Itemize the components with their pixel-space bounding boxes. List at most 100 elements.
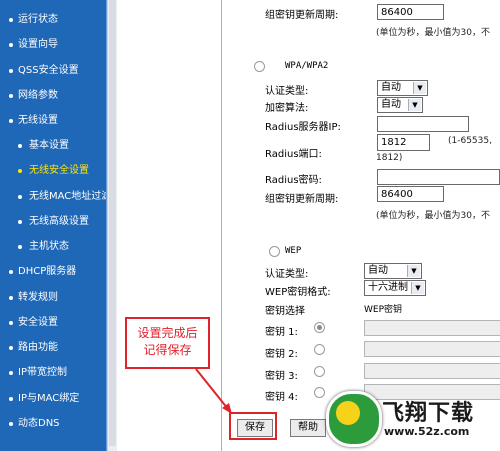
chevron-down-icon: ▼ <box>411 282 424 294</box>
wep-key-label: WEP密钥 <box>364 305 403 315</box>
bullet-icon <box>18 144 22 148</box>
bullet-icon <box>9 422 13 426</box>
sidebar-item-ddns[interactable]: 动态DNS <box>0 413 106 435</box>
sidebar-item-qss[interactable]: QSS安全设置 <box>0 60 106 82</box>
sidebar-scrollbar[interactable] <box>107 0 117 451</box>
key-3-label: 密钥 3: <box>265 371 298 382</box>
key-1-radio[interactable] <box>314 322 325 333</box>
sidebar-item-label: 路由功能 <box>18 342 58 353</box>
bullet-icon <box>18 220 22 224</box>
key-4-label: 密钥 4: <box>265 392 298 403</box>
radius-port-input[interactable] <box>377 134 430 151</box>
key-1-label: 密钥 1: <box>265 327 298 338</box>
sidebar-item-label: 主机状态 <box>29 241 69 252</box>
radius-pwd-label: Radius密码: <box>265 175 322 186</box>
bullet-icon <box>18 245 22 249</box>
scrollbar-thumb[interactable] <box>109 0 116 446</box>
sidebar-item-label: 设置向导 <box>18 39 58 50</box>
sidebar-item-mac-filter[interactable]: 无线MAC地址过滤 <box>0 186 106 208</box>
wpa-radio[interactable] <box>254 61 265 72</box>
wep-auth-select[interactable]: 自动 ▼ <box>364 263 422 279</box>
wpa-auth-label: 认证类型: <box>265 86 309 97</box>
sidebar-item-label: 无线安全设置 <box>29 165 89 176</box>
bullet-icon <box>9 119 13 123</box>
key-1-input[interactable] <box>364 320 500 336</box>
radius-port-default: 1812) <box>376 153 403 163</box>
chevron-down-icon: ▼ <box>408 99 421 111</box>
sidebar-item-dhcp[interactable]: DHCP服务器 <box>0 261 106 283</box>
wep-fmt-value: 十六进制 <box>368 282 408 293</box>
sidebar-item-label: QSS安全设置 <box>18 65 79 76</box>
sidebar-item-status[interactable]: 运行状态 <box>0 9 106 31</box>
key-2-input[interactable] <box>364 341 500 357</box>
wpa-enc-value: 自动 <box>381 99 401 110</box>
sidebar-item-label: 网络参数 <box>18 90 58 101</box>
key-2-radio[interactable] <box>314 344 325 355</box>
annotation-line-1: 设置完成后 <box>137 326 198 340</box>
wep-title: WEP <box>285 246 302 256</box>
wpa-group-key-label: 组密钥更新周期: <box>265 194 339 205</box>
wep-radio[interactable] <box>269 246 280 257</box>
chevron-down-icon: ▼ <box>407 265 420 277</box>
wpa-group-key-hint: (单位为秒，最小值为30，不 <box>376 211 490 221</box>
sidebar-item-bandwidth[interactable]: IP带宽控制 <box>0 362 106 384</box>
wpa-enc-label: 加密算法: <box>265 103 309 114</box>
sidebar-item-label: 动态DNS <box>18 418 60 429</box>
sidebar-item-label: 安全设置 <box>18 317 58 328</box>
sidebar-item-forwarding[interactable]: 转发规则 <box>0 287 106 309</box>
radius-pwd-input[interactable] <box>377 169 500 185</box>
annotation-line-2: 记得保存 <box>143 343 192 357</box>
bullet-icon <box>9 346 13 350</box>
bullet-icon <box>9 397 13 401</box>
sidebar-item-label: 运行状态 <box>18 14 58 25</box>
sidebar-nav: 运行状态 设置向导 QSS安全设置 网络参数 无线设置 基本设置 无线安全设置 … <box>0 0 107 451</box>
radius-port-hint: (1-65535, <box>448 136 492 146</box>
sidebar-item-basic[interactable]: 基本设置 <box>0 135 106 157</box>
sidebar-item-wizard[interactable]: 设置向导 <box>0 34 106 56</box>
bullet-icon <box>18 169 22 173</box>
sidebar-item-wireless-security[interactable]: 无线安全设置 <box>0 160 106 182</box>
chevron-down-icon: ▼ <box>413 82 426 94</box>
sidebar-item-routing[interactable]: 路由功能 <box>0 337 106 359</box>
sidebar-item-network[interactable]: 网络参数 <box>0 85 106 107</box>
wpa-group-key-input[interactable] <box>377 186 444 202</box>
sidebar-item-label: IP带宽控制 <box>18 367 67 378</box>
key-3-input[interactable] <box>364 363 500 379</box>
bullet-icon <box>9 270 13 274</box>
sidebar-item-wireless[interactable]: 无线设置 <box>0 110 106 132</box>
bullet-icon <box>9 18 13 22</box>
key-3-radio[interactable] <box>314 366 325 377</box>
wep-auth-label: 认证类型: <box>265 269 309 280</box>
radius-ip-input[interactable] <box>377 116 469 132</box>
bullet-icon <box>9 371 13 375</box>
sidebar-item-host-status[interactable]: 主机状态 <box>0 236 106 258</box>
sidebar-item-advanced[interactable]: 无线高级设置 <box>0 211 106 233</box>
wep-fmt-select[interactable]: 十六进制 ▼ <box>364 280 426 296</box>
sidebar-item-label: DHCP服务器 <box>18 266 77 277</box>
watermark-url: www.52z.com <box>384 425 470 438</box>
sidebar-item-label: 转发规则 <box>18 292 58 303</box>
sidebar-item-label: 基本设置 <box>29 140 69 151</box>
watermark-logo-inner <box>336 401 360 425</box>
wpa-auth-select[interactable]: 自动 ▼ <box>377 80 428 96</box>
group-key-input[interactable] <box>377 4 444 20</box>
key-2-label: 密钥 2: <box>265 349 298 360</box>
group-key-label: 组密钥更新周期: <box>265 10 339 21</box>
sidebar-item-security[interactable]: 安全设置 <box>0 312 106 334</box>
annotation-callout: 设置完成后 记得保存 <box>125 317 210 369</box>
bullet-icon <box>9 43 13 47</box>
wpa-auth-value: 自动 <box>381 82 401 93</box>
radius-ip-label: Radius服务器IP: <box>265 122 341 133</box>
save-highlight-box <box>229 412 277 440</box>
group-key-hint: (单位为秒，最小值为30，不 <box>376 28 490 38</box>
sidebar-item-ip-mac[interactable]: IP与MAC绑定 <box>0 388 106 410</box>
bullet-icon <box>9 69 13 73</box>
wpa-enc-select[interactable]: 自动 ▼ <box>377 97 423 113</box>
watermark: 飞翔下载 www.52z.com <box>320 387 500 451</box>
sidebar-item-label: 无线高级设置 <box>29 216 89 227</box>
sidebar-item-label: IP与MAC绑定 <box>18 393 80 404</box>
bullet-icon <box>18 195 22 199</box>
wep-fmt-label: WEP密钥格式: <box>265 287 331 298</box>
sidebar-item-label: 无线MAC地址过滤 <box>29 191 106 202</box>
bullet-icon <box>9 94 13 98</box>
